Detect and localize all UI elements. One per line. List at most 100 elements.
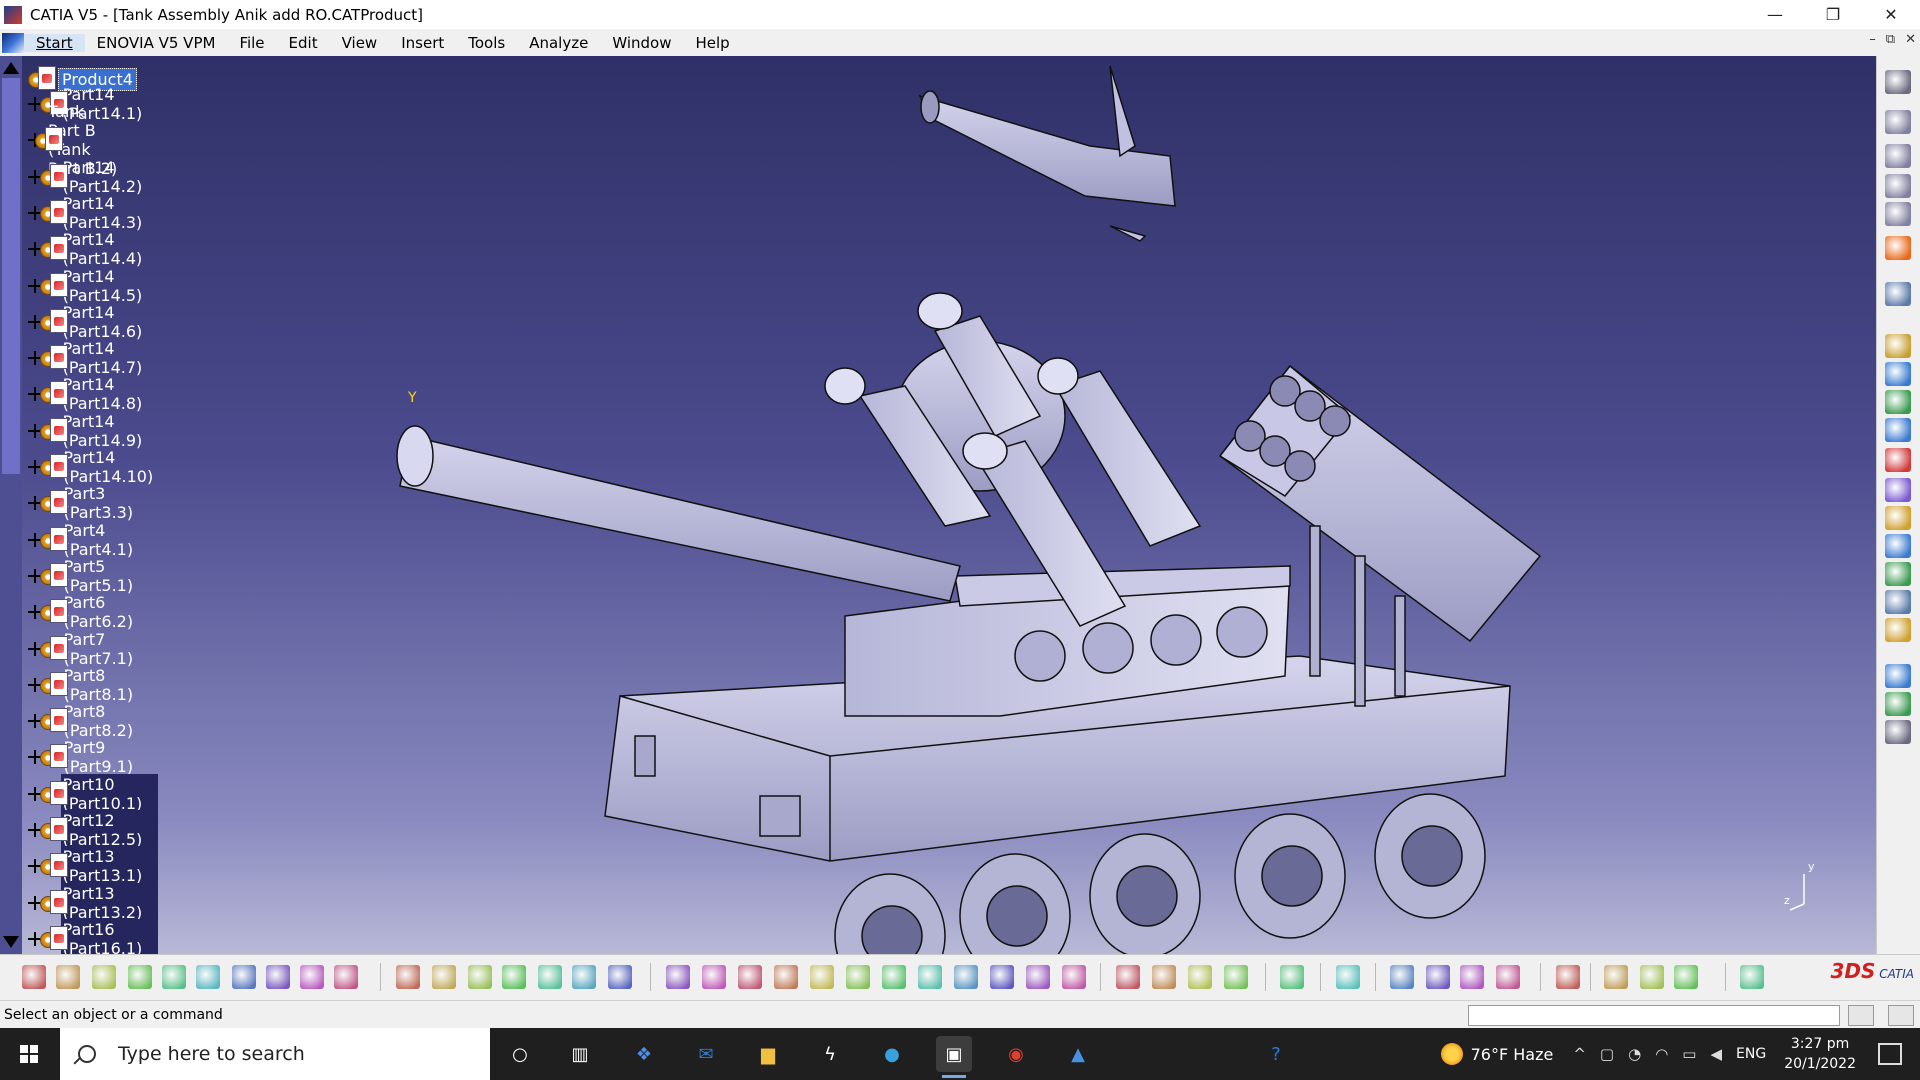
- fly-mode-icon[interactable]: [666, 965, 690, 989]
- fix-component-icon[interactable]: [1885, 448, 1911, 472]
- product-structure-icon[interactable]: [1885, 110, 1911, 134]
- main-gun[interactable]: [396, 425, 961, 602]
- undo-icon[interactable]: [266, 965, 290, 989]
- expand-plus-icon[interactable]: [28, 750, 42, 765]
- tree-node[interactable]: Part14 (Part14.5): [28, 267, 158, 305]
- tree-node[interactable]: Part14 (Part14.6): [28, 303, 158, 341]
- close-button[interactable]: ✕: [1862, 0, 1920, 29]
- windows-start-button[interactable]: [0, 1028, 58, 1080]
- fix-together-icon[interactable]: [1885, 478, 1911, 502]
- print-icon[interactable]: [128, 965, 152, 989]
- tray-device-icon[interactable]: ▢: [1600, 1045, 1614, 1063]
- measure-between-icon[interactable]: [1390, 965, 1414, 989]
- expand-plus-icon[interactable]: [28, 786, 42, 801]
- menu-insert[interactable]: Insert: [389, 34, 456, 52]
- catia-taskbar-icon[interactable]: ▣: [936, 1036, 972, 1078]
- table-icon[interactable]: [502, 965, 526, 989]
- hide-show-icon[interactable]: [1026, 965, 1050, 989]
- color-tool-icon[interactable]: [1604, 965, 1628, 989]
- tree-node[interactable]: Part14 (Part14.9): [28, 412, 158, 450]
- battery-icon[interactable]: ▭: [1682, 1045, 1696, 1063]
- menu-enovia[interactable]: ENOVIA V5 VPM: [85, 34, 228, 52]
- save-icon[interactable]: [92, 965, 116, 989]
- tree-node[interactable]: Part14 (Part14.8): [28, 375, 158, 413]
- doc-restore-button[interactable]: ⧉: [1886, 32, 1895, 47]
- cortana-icon[interactable]: ○: [502, 1036, 538, 1072]
- power-input-field[interactable]: [1468, 1005, 1840, 1026]
- catia-menu-icon[interactable]: [2, 32, 24, 53]
- tree-node[interactable]: Part12 (Part12.5): [28, 810, 158, 850]
- chrome-browser-icon[interactable]: ◉: [998, 1036, 1034, 1072]
- expand-plus-icon[interactable]: [28, 823, 42, 837]
- flexible-icon[interactable]: [1885, 534, 1911, 558]
- expand-plus-icon[interactable]: [28, 278, 42, 293]
- edge-browser-icon[interactable]: ●: [874, 1036, 910, 1072]
- tree-node[interactable]: Part8 (Part8.1): [28, 666, 148, 704]
- scroll-down-arrow-icon[interactable]: [3, 936, 19, 948]
- dropbox-icon[interactable]: ❖: [626, 1036, 662, 1072]
- capture-icon[interactable]: [1280, 965, 1304, 989]
- tree-node[interactable]: Part14 (Part14.10): [28, 448, 168, 486]
- measure-icon[interactable]: [572, 965, 596, 989]
- help-icon[interactable]: ?: [1258, 1036, 1294, 1072]
- measure-item-icon[interactable]: [1426, 965, 1450, 989]
- 3d-viewport[interactable]: Y y z Product4 Part14 (Part14.1) Tank Par…: [0, 56, 1876, 954]
- missile[interactable]: [918, 65, 1176, 242]
- expand-plus-icon[interactable]: [28, 97, 42, 111]
- manipulation-icon[interactable]: [1885, 282, 1911, 306]
- sketch-plane-icon[interactable]: [1556, 965, 1580, 989]
- generic-icon[interactable]: [1224, 965, 1248, 989]
- weather-sun-icon[interactable]: [1440, 1043, 1463, 1065]
- tray-network-icon[interactable]: ◔: [1628, 1045, 1641, 1063]
- menu-tools[interactable]: Tools: [456, 34, 517, 52]
- catalog-icon[interactable]: [538, 965, 562, 989]
- constraint-angle-icon[interactable]: [1885, 418, 1911, 442]
- tree-scrollbar[interactable]: [0, 56, 22, 954]
- expand-plus-icon[interactable]: [28, 460, 42, 474]
- tree-node[interactable]: Part3 (Part3.3): [28, 484, 148, 522]
- menu-analyze[interactable]: Analyze: [517, 34, 600, 52]
- menu-help[interactable]: Help: [683, 34, 741, 52]
- expand-plus-icon[interactable]: [28, 677, 42, 692]
- expand-plus-icon[interactable]: [28, 387, 42, 402]
- material-icon[interactable]: [1640, 965, 1664, 989]
- zoom-out-icon[interactable]: [846, 965, 870, 989]
- wifi-icon[interactable]: ◠: [1655, 1045, 1668, 1063]
- quick-constraint-icon[interactable]: [1885, 506, 1911, 530]
- open-file-icon[interactable]: [56, 965, 80, 989]
- expand-plus-icon[interactable]: [28, 605, 42, 620]
- expand-plus-icon[interactable]: [28, 423, 42, 438]
- status-button[interactable]: [1848, 1005, 1874, 1026]
- tree-node[interactable]: Part5 (Part5.1): [28, 557, 148, 595]
- notification-center-icon[interactable]: [1878, 1043, 1902, 1065]
- constraint-contact-icon[interactable]: [1885, 362, 1911, 386]
- expand-plus-icon[interactable]: [28, 169, 42, 184]
- constraint-offset-icon[interactable]: [1885, 390, 1911, 414]
- expand-plus-icon[interactable]: [28, 714, 42, 729]
- tree-node[interactable]: Part10 (Part10.1): [28, 773, 158, 814]
- tree-node[interactable]: Part14 (Part14.2): [28, 158, 158, 196]
- taskbar-search-box[interactable]: Type here to search: [60, 1028, 490, 1080]
- pan-icon[interactable]: [738, 965, 762, 989]
- scroll-thumb[interactable]: [2, 78, 20, 474]
- update-icon[interactable]: [1885, 618, 1911, 642]
- tree-node[interactable]: Part14 (Part14.4): [28, 230, 158, 268]
- new-file-icon[interactable]: [22, 965, 46, 989]
- knowledge-icon[interactable]: [468, 965, 492, 989]
- status-options-button[interactable]: [1888, 1005, 1914, 1026]
- photos-icon[interactable]: ▲: [1060, 1036, 1096, 1072]
- task-view-icon[interactable]: ▥: [562, 1036, 598, 1072]
- menu-window[interactable]: Window: [600, 34, 683, 52]
- fit-all-icon[interactable]: [702, 965, 726, 989]
- expand-plus-icon[interactable]: [28, 859, 42, 874]
- tank-model[interactable]: [0, 56, 1876, 954]
- expand-plus-icon[interactable]: [28, 931, 42, 946]
- doc-minimize-button[interactable]: –: [1869, 32, 1876, 47]
- change-constraint-icon[interactable]: [1885, 562, 1911, 586]
- copy-paste-icon[interactable]: [1188, 965, 1212, 989]
- restore-button[interactable]: ❐: [1804, 0, 1862, 29]
- cut-icon[interactable]: [162, 965, 186, 989]
- tree-node[interactable]: Part7 (Part7.1): [28, 630, 148, 668]
- menu-edit[interactable]: Edit: [277, 34, 330, 52]
- menu-start[interactable]: Start: [24, 33, 85, 52]
